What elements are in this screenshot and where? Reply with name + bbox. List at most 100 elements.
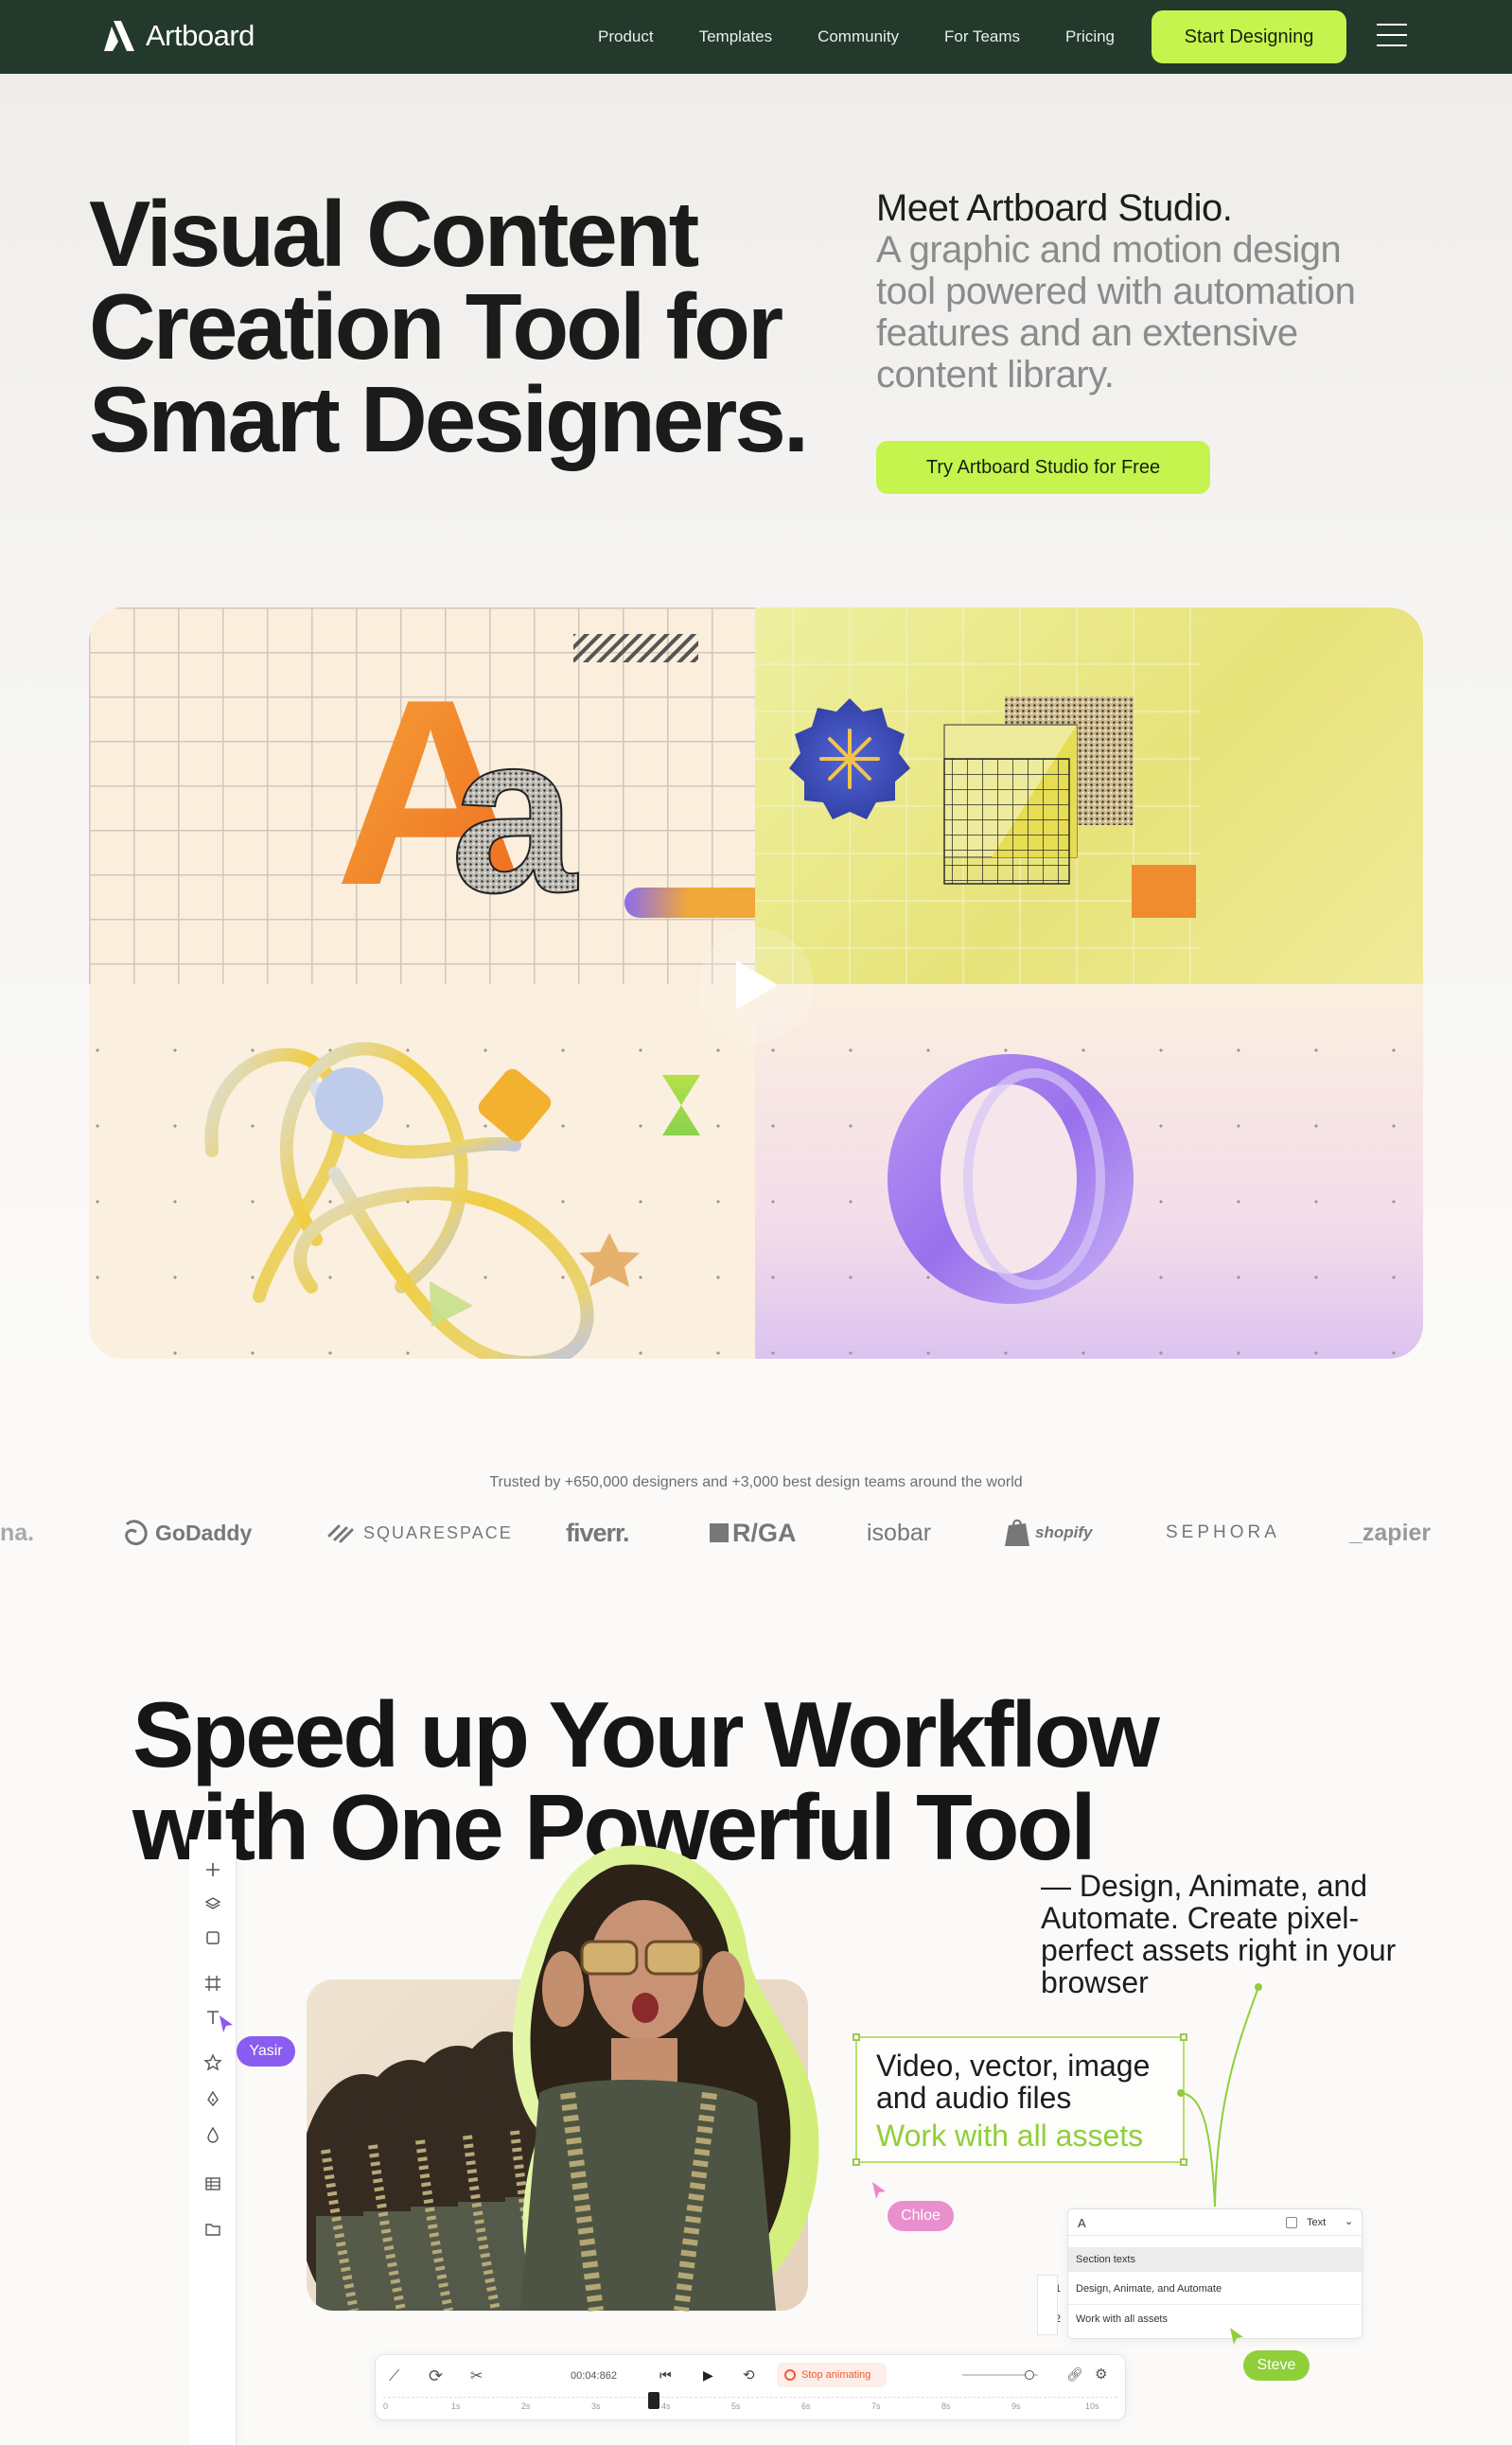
step-back-icon[interactable]: ⏮ (659, 2367, 672, 2383)
plus-icon[interactable] (202, 1858, 224, 1881)
rotate-icon[interactable]: ⟳ (429, 2366, 443, 2386)
folder-icon[interactable] (202, 2218, 224, 2241)
nav-product[interactable]: Product (598, 27, 654, 46)
play-button[interactable] (698, 927, 814, 1043)
shopify-bag-icon (1005, 1519, 1029, 1546)
collaborator-tag-chloe: Chloe (888, 2201, 954, 2231)
workflow-description: — Design, Animate, and Automate. Create … (1041, 1869, 1397, 1999)
hero-title: Visual Content Creation Tool for Smart D… (89, 182, 809, 471)
tick-label: 3s (591, 2401, 601, 2411)
panel-field-value[interactable]: A (1078, 2216, 1086, 2230)
pen-icon[interactable] (202, 2087, 224, 2110)
text-type-icon (1286, 2217, 1297, 2228)
brand-logo-shopify: shopify (1003, 1512, 1092, 1554)
brand-logos: na. GoDaddy SQUARESPACE fiverr. R/GA iso… (0, 1512, 1512, 1554)
stop-animating-label: Stop animating (801, 2369, 871, 2381)
nav-pricing[interactable]: Pricing (1065, 27, 1115, 46)
row-number-rail (1037, 2275, 1058, 2335)
brand-logo-squarespace: SQUARESPACE (325, 1512, 513, 1554)
hourglass-icon (662, 1075, 700, 1135)
tick-label: 2s (521, 2401, 531, 2411)
panel-type-label[interactable]: Text (1307, 2217, 1326, 2228)
brand-name: shopify (1035, 1523, 1093, 1541)
chevron-down-icon[interactable]: ⌄ (1345, 2215, 1353, 2227)
trusted-by-text: Trusted by +650,000 designers and +3,000… (489, 1474, 1023, 1490)
tick-label: 7s (871, 2401, 881, 2411)
panel-row-text[interactable]: Design, Animate, and Automate (1076, 2283, 1222, 2295)
star-icon[interactable] (202, 2051, 224, 2074)
rga-square-icon (710, 1523, 729, 1542)
timeline-ruler: 0 1s 2s 3s 4s 5s 6s 7s 8s 9s 10s (383, 2392, 1117, 2416)
panel-section-label: Section texts (1076, 2254, 1135, 2265)
workflow-title-line1: Speed up Your Workflow (132, 1682, 1160, 1786)
square-icon[interactable] (202, 1926, 224, 1949)
assets-heading: Video, vector, image and audio files (876, 2049, 1151, 2115)
nav-templates[interactable]: Templates (699, 27, 772, 46)
ring-panel (755, 984, 1423, 1359)
play-icon[interactable]: ▶ (703, 2367, 713, 2383)
record-icon (784, 2369, 796, 2381)
nav-links: Product Templates Community For Teams Pr… (598, 0, 1160, 74)
logo[interactable]: Artboard (100, 19, 255, 53)
stop-animating-button[interactable]: Stop animating (777, 2363, 887, 2387)
artboard-logo-icon (104, 21, 134, 51)
menu-icon[interactable] (1377, 24, 1407, 50)
frame-icon[interactable] (202, 1972, 224, 1995)
cursor-steve-icon (1230, 2328, 1243, 2345)
assets-callout: Video, vector, image and audio files Wor… (853, 2033, 1187, 2166)
zoom-slider[interactable] (962, 2370, 1038, 2380)
tick-label: 0 (383, 2401, 389, 2411)
ring-art (888, 1054, 1134, 1304)
brand-logo-zapier: _zapier (1349, 1519, 1432, 1546)
brand-logo-sephora: SEPHORA (1166, 1522, 1280, 1542)
drop-icon[interactable] (202, 2123, 224, 2146)
brand-name: GoDaddy (155, 1520, 253, 1545)
panel-row-text[interactable]: Work with all assets (1076, 2313, 1168, 2325)
try-studio-button[interactable]: Try Artboard Studio for Free (876, 441, 1210, 494)
cursor-yasir-icon (220, 2015, 233, 2032)
assets-green-text: Work with all assets (876, 2119, 1144, 2153)
layers-icon[interactable] (202, 1892, 224, 1915)
typography-panel: A a (89, 607, 755, 984)
gear-icon[interactable]: ⚙ (1095, 2366, 1107, 2383)
brand-name: SQUARESPACE (363, 1522, 513, 1542)
typography-art: A a (335, 634, 755, 941)
cursor-chloe-icon (872, 2182, 886, 2199)
brand-logo-isobar: isobar (867, 1519, 932, 1546)
tick-label: 4s (661, 2401, 671, 2411)
top-nav: Artboard Product Templates Community For… (0, 0, 1512, 74)
table-icon[interactable] (202, 2172, 224, 2195)
playhead[interactable] (648, 2392, 659, 2409)
curves-panel (89, 984, 755, 1359)
brand-name: R/GA (732, 1518, 797, 1547)
star-icon (579, 1233, 640, 1287)
timecode: 00:04:862 (571, 2370, 617, 2382)
link-icon[interactable]: 🔗︎ (1066, 2366, 1083, 2383)
tick-label: 5s (731, 2401, 741, 2411)
tick-label: 8s (941, 2401, 951, 2411)
play-icon (736, 960, 778, 1010)
showcase-video[interactable]: A a (89, 607, 1423, 1359)
editor-toolbar (189, 1839, 237, 2445)
hero-sub-heading: Meet Artboard Studio. (876, 187, 1233, 229)
connector-lines (1177, 1983, 1262, 2208)
easing-icon[interactable]: ⟋ (389, 2368, 399, 2385)
hero-intro: Meet Artboard Studio. A graphic and moti… (876, 187, 1406, 396)
nav-for-teams[interactable]: For Teams (944, 27, 1020, 46)
nav-community[interactable]: Community (818, 27, 899, 46)
tick-label: 10s (1085, 2401, 1099, 2411)
tick-label: 1s (451, 2401, 461, 2411)
collaborator-tag-yasir: Yasir (237, 2036, 295, 2067)
brand-logo-godaddy: GoDaddy (121, 1512, 252, 1554)
loop-icon[interactable]: ⟲ (743, 2366, 755, 2383)
curves-art (204, 1042, 700, 1359)
hero-description: A graphic and motion design tool powered… (876, 229, 1356, 396)
letter-a-lower: a (450, 686, 578, 940)
tick-label: 9s (1011, 2401, 1021, 2411)
cut-icon[interactable]: ✂ (470, 2366, 483, 2385)
start-designing-button[interactable]: Start Designing (1152, 10, 1346, 63)
animation-timeline: ⟋ ⟳ ✂ 00:04:862 ⏮ ▶ ⟲ Stop animating 🔗︎ … (375, 2354, 1126, 2420)
brand-logo-fiverr: fiverr. (566, 1518, 630, 1547)
squarespace-icon (327, 1524, 354, 1543)
collaborator-tag-steve: Steve (1243, 2350, 1310, 2381)
